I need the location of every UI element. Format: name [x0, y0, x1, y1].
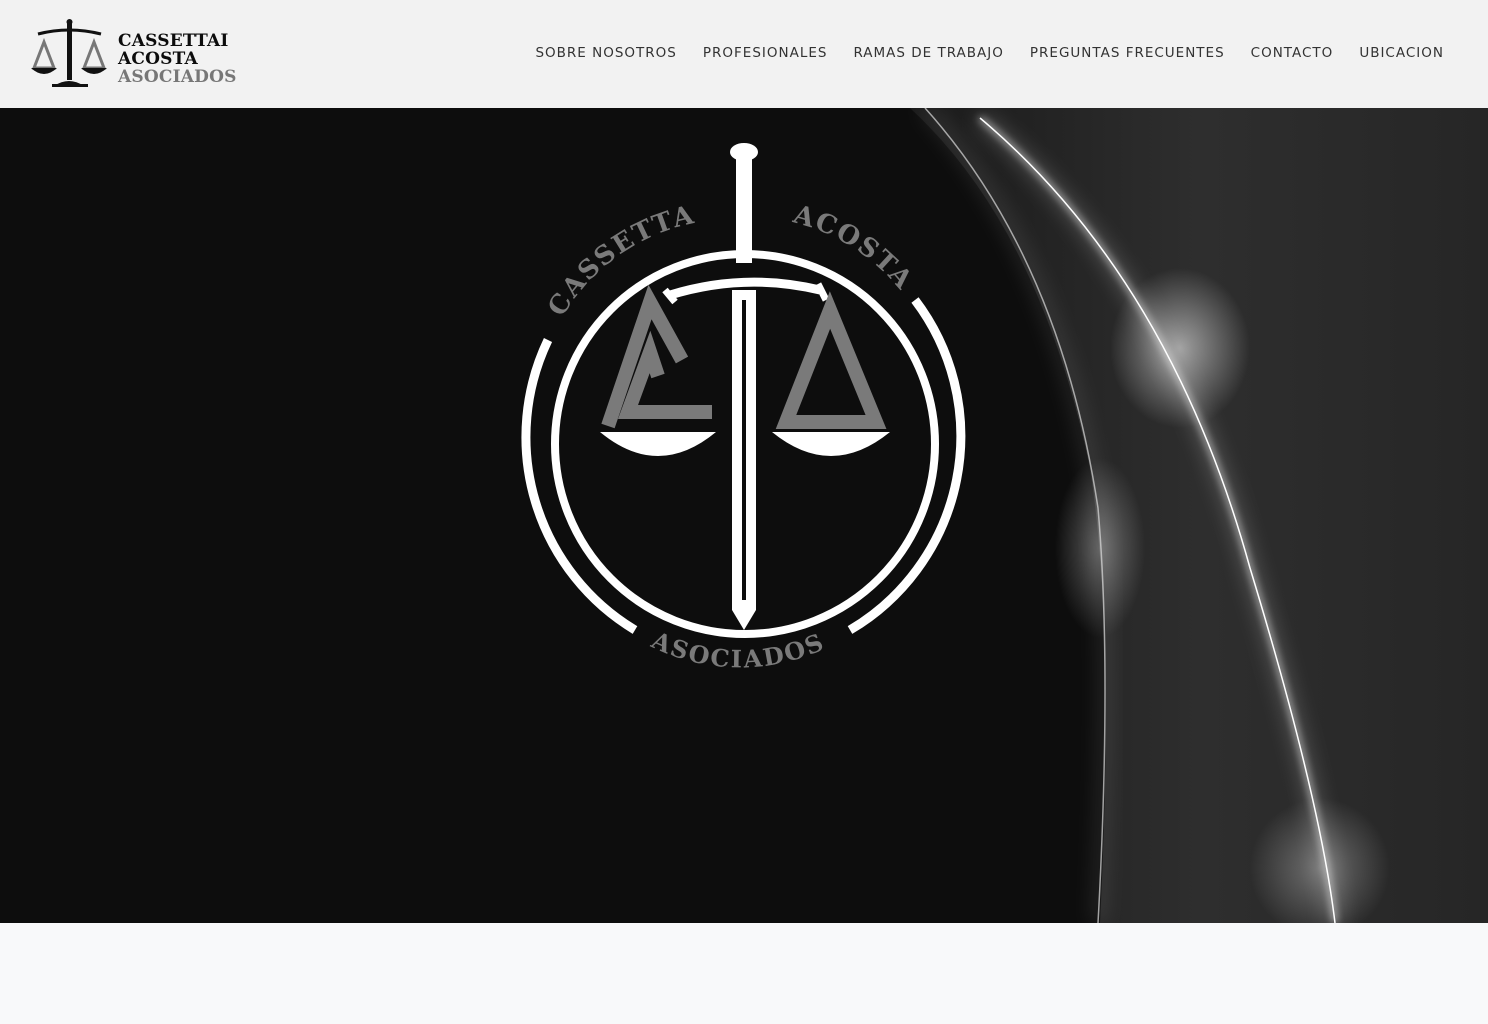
main-navigation: SOBRE NOSOTROS PROFESIONALES RAMAS DE TR…	[509, 44, 1444, 62]
nav-item-ubicacion[interactable]: UBICACION	[1359, 44, 1444, 62]
brand-logo[interactable]: CASSETTAI ACOSTA ASOCIADOS	[28, 18, 238, 90]
brand-line-2: ACOSTA	[118, 49, 198, 69]
nav-item-profesionales[interactable]: PROFESIONALES	[703, 44, 828, 62]
nav-item-contacto[interactable]: CONTACTO	[1251, 44, 1334, 62]
sword-and-scales-emblem: CASSETTAI ACOSTA ASOCIADOS	[500, 140, 966, 674]
brand-line-3: ASOCIADOS	[118, 67, 237, 87]
nav-item-ramas-de-trabajo[interactable]: RAMAS DE TRABAJO	[853, 44, 1003, 62]
site-header: CASSETTAI ACOSTA ASOCIADOS SOBRE NOSOTRO…	[0, 0, 1488, 108]
brand-line-1: CASSETTAI	[118, 31, 229, 51]
brand-wordmark: CASSETTAI ACOSTA ASOCIADOS	[118, 32, 237, 86]
content-area	[0, 923, 1488, 1024]
svg-text:ACOSTA: ACOSTA	[789, 199, 919, 296]
hero-banner: CASSETTAI ACOSTA ASOCIADOS	[0, 108, 1488, 923]
scales-of-justice-icon	[31, 19, 107, 87]
nav-item-sobre-nosotros[interactable]: SOBRE NOSOTROS	[535, 44, 676, 62]
emblem-text-acosta: ACOSTA	[789, 199, 917, 296]
nav-item-preguntas-frecuentes[interactable]: PREGUNTAS FRECUENTES	[1030, 44, 1225, 62]
